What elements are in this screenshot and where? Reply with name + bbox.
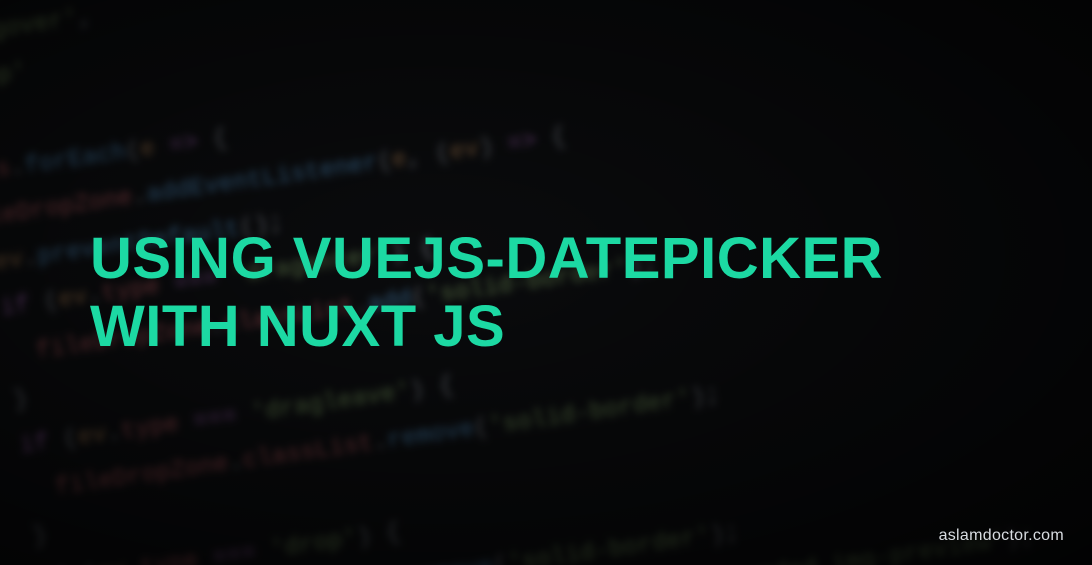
hero-title: USING VUEJS-DATEPICKER WITH NUXT JS (90, 225, 883, 362)
site-watermark: aslamdoctor.com (939, 527, 1064, 545)
title-line-2: WITH NUXT JS (90, 294, 505, 359)
title-line-1: USING VUEJS-DATEPICKER (90, 226, 883, 291)
